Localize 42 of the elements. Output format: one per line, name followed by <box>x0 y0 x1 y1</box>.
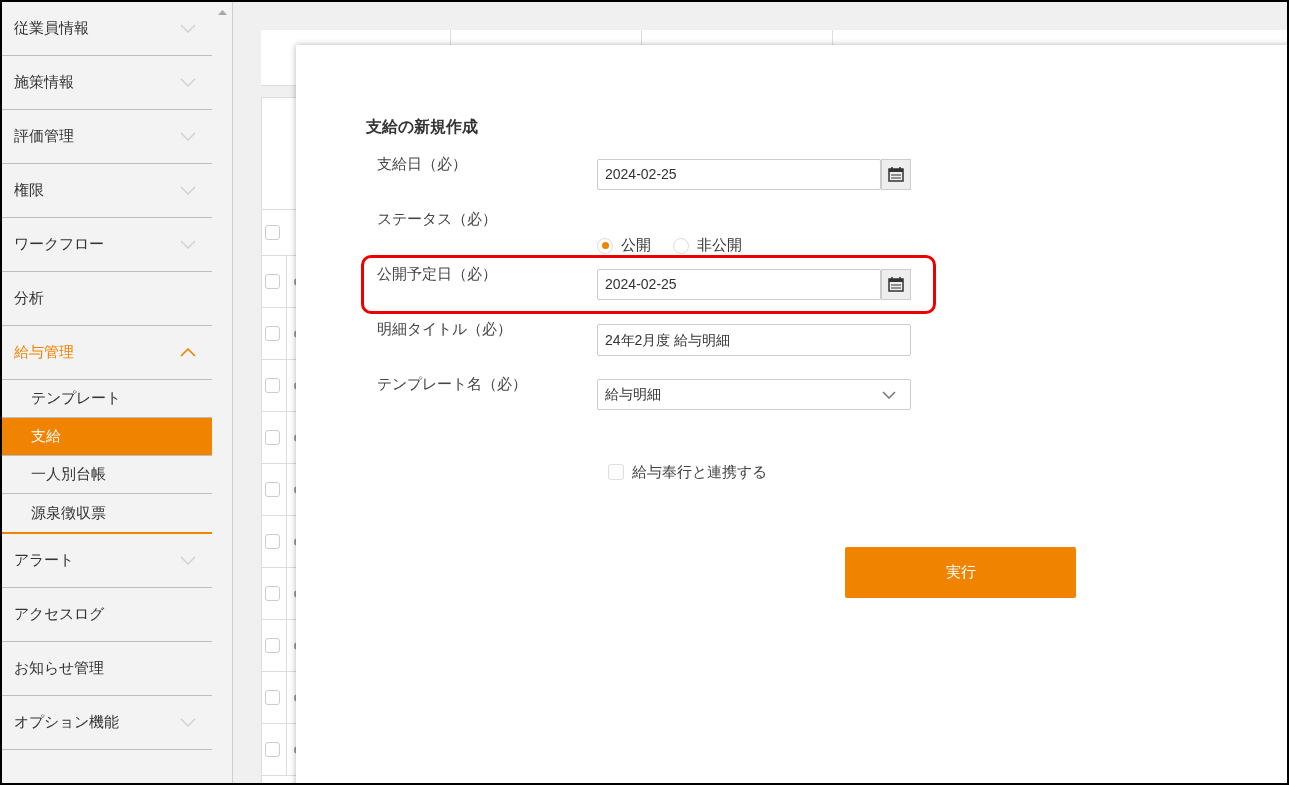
sidebar-subitem[interactable]: 源泉徴収票 <box>2 494 212 532</box>
chevron-down-icon <box>882 390 896 399</box>
calendar-icon <box>888 277 904 292</box>
scroll-up-arrow-icon[interactable] <box>217 10 227 15</box>
checkbox[interactable] <box>265 326 280 341</box>
checkbox-option[interactable]: 給与奉行と連携する <box>608 461 767 484</box>
dropdown[interactable]: 給与明細 <box>597 379 911 410</box>
radio-option[interactable]: 公開 <box>597 234 651 257</box>
checkbox[interactable] <box>265 482 280 497</box>
checkbox[interactable] <box>608 464 624 481</box>
field-label: ステータス（必） <box>376 209 498 229</box>
checkbox[interactable] <box>265 274 280 289</box>
checkbox[interactable] <box>265 638 280 653</box>
field-label: 公開予定日（必） <box>376 264 498 284</box>
radio-option[interactable]: 非公開 <box>673 234 742 257</box>
checkbox[interactable] <box>265 742 280 757</box>
chevron-down-icon <box>180 78 196 87</box>
calendar-button[interactable] <box>881 159 911 190</box>
chevron-down-icon <box>180 556 196 565</box>
chevron-down-icon <box>180 24 196 33</box>
radio-button[interactable] <box>673 237 689 254</box>
checkbox[interactable] <box>265 378 280 393</box>
checkbox[interactable] <box>265 534 280 549</box>
field-label: テンプレート名（必） <box>376 374 528 394</box>
chevron-up-icon <box>180 348 196 357</box>
field-label: 明細タイトル（必） <box>376 319 513 339</box>
checkbox[interactable] <box>265 586 280 601</box>
date-field[interactable]: 2024-02-25 <box>597 159 881 190</box>
calendar-button[interactable] <box>881 269 911 300</box>
dialog-title: 支給の新規作成 <box>366 117 479 137</box>
chevron-down-icon <box>180 718 196 727</box>
radio-button[interactable] <box>597 237 613 254</box>
chevron-down-icon <box>180 132 196 141</box>
chevron-down-icon <box>180 240 196 249</box>
chevron-down-icon <box>180 186 196 195</box>
date-field[interactable]: 2024-02-25 <box>597 269 881 300</box>
calendar-icon <box>888 167 904 182</box>
checkbox[interactable] <box>265 690 280 705</box>
checkbox[interactable] <box>265 430 280 445</box>
field-label: 支給日（必） <box>376 154 468 174</box>
checkbox[interactable] <box>265 225 280 240</box>
text-field[interactable]: 24年2月度 給与明細 <box>597 324 911 356</box>
